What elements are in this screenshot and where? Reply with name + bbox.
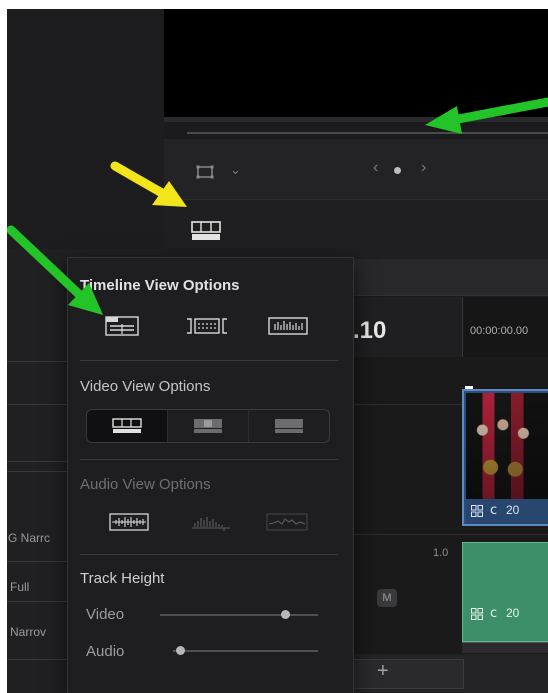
yellow-arrow [110, 161, 187, 207]
annotation-arrows [7, 97, 548, 315]
green-arrow-right [425, 97, 548, 134]
app-window: G Narrc Full Narrov ⌄ ‹ › .10 00:00:00.0… [7, 9, 548, 693]
green-arrow-left [7, 225, 103, 315]
